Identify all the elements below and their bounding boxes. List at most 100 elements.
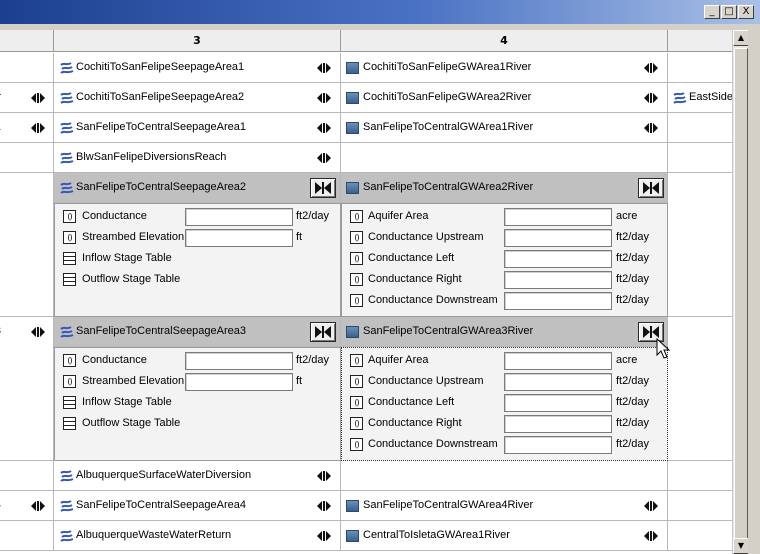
slot-value-field[interactable]	[504, 229, 612, 247]
slot-value-field[interactable]	[504, 250, 612, 268]
column-header-right[interactable]	[668, 30, 732, 52]
object-label[interactable]: SanFelipeToCentralGWArea1River	[363, 121, 533, 133]
grid-cell[interactable]	[668, 113, 732, 143]
slot-value-field[interactable]	[504, 352, 612, 370]
slot-value-field[interactable]	[185, 229, 293, 247]
grid-cell[interactable]	[668, 143, 732, 173]
object-label[interactable]: CochitiToSanFelipeGWArea1River	[363, 61, 531, 73]
grid-cell-label: est4	[0, 499, 1, 511]
expand-arrows-icon[interactable]	[316, 470, 332, 482]
slot-label[interactable]: Conductance Right	[368, 417, 462, 429]
slot-value-field[interactable]	[504, 394, 612, 412]
slot-label[interactable]: Aquifer Area	[368, 210, 429, 222]
column-header-4[interactable]: 4	[341, 30, 668, 52]
object-title[interactable]: SanFelipeToCentralGWArea2River	[363, 181, 533, 193]
expand-arrows-icon[interactable]	[316, 530, 332, 542]
seepage-icon	[673, 92, 687, 104]
slot-unit: acre	[616, 210, 638, 222]
close-button[interactable]: X	[738, 5, 754, 19]
table-slot-label[interactable]: Outflow Stage Table	[82, 273, 180, 285]
expand-arrows-icon[interactable]	[643, 122, 659, 134]
grid-cell[interactable]	[668, 521, 732, 551]
grid-cell[interactable]	[341, 143, 668, 173]
slot-label[interactable]: Conductance	[82, 210, 147, 222]
expand-arrows-icon[interactable]	[643, 500, 659, 512]
slot-value-field[interactable]	[504, 436, 612, 454]
table-slot-label[interactable]: Inflow Stage Table	[82, 252, 172, 264]
expand-arrows-icon[interactable]	[30, 326, 46, 338]
object-label[interactable]: SanFelipeToCentralGWArea4River	[363, 499, 533, 511]
vertical-scrollbar[interactable]: ▲ ▼	[732, 30, 749, 554]
slot-icon: ()	[350, 294, 363, 307]
collapse-button[interactable]	[310, 178, 336, 198]
expand-arrows-icon[interactable]	[30, 92, 46, 104]
expand-arrows-icon[interactable]	[316, 152, 332, 164]
object-title[interactable]: SanFelipeToCentralSeepageArea2	[76, 181, 246, 193]
object-label[interactable]: CochitiToSanFelipeSeepageArea2	[76, 91, 244, 103]
slot-label[interactable]: Conductance Right	[368, 273, 462, 285]
object-label[interactable]: CochitiToSanFelipeGWArea2River	[363, 91, 531, 103]
column-header-3[interactable]: 3	[54, 30, 341, 52]
grid-cell[interactable]	[0, 317, 54, 461]
slot-value-field[interactable]	[504, 271, 612, 289]
slot-label[interactable]: Conductance Downstream	[368, 294, 498, 306]
scroll-down-button[interactable]: ▼	[733, 538, 749, 554]
expand-arrows-icon[interactable]	[316, 62, 332, 74]
slot-label[interactable]: Conductance Upstream	[368, 375, 484, 387]
slot-value-field[interactable]	[185, 373, 293, 391]
grid-cell[interactable]	[0, 521, 54, 551]
object-label[interactable]: AlbuquerqueSurfaceWaterDiversion	[76, 469, 251, 481]
maximize-button[interactable]: □	[721, 5, 737, 19]
slot-label[interactable]: Conductance Left	[368, 252, 454, 264]
slot-label[interactable]: Conductance Upstream	[368, 231, 484, 243]
slot-value-field[interactable]	[185, 352, 293, 370]
expand-arrows-icon[interactable]	[316, 500, 332, 512]
slot-label[interactable]: Conductance	[82, 354, 147, 366]
object-label[interactable]: SanFelipeToCentralSeepageArea4	[76, 499, 246, 511]
table-slot-label[interactable]: Inflow Stage Table	[82, 396, 172, 408]
object-label[interactable]: SanFelipeToCentralSeepageArea1	[76, 121, 246, 133]
object-label[interactable]: EastSide:	[689, 91, 732, 103]
table-slot-label[interactable]: Outflow Stage Table	[82, 417, 180, 429]
slot-value-field[interactable]	[504, 415, 612, 433]
slot-value-field[interactable]	[504, 292, 612, 310]
slot-value-field[interactable]	[185, 208, 293, 226]
object-label[interactable]: AlbuquerqueWasteWaterReturn	[76, 529, 231, 541]
grid-cell[interactable]	[668, 317, 732, 461]
scroll-up-button[interactable]: ▲	[733, 30, 749, 46]
expand-arrows-icon[interactable]	[316, 92, 332, 104]
grid-cell[interactable]	[0, 53, 54, 83]
grid-cell[interactable]	[341, 461, 668, 491]
slot-label[interactable]: Aquifer Area	[368, 354, 429, 366]
minimize-button[interactable]: _	[704, 5, 720, 19]
grid-cell[interactable]	[0, 173, 54, 317]
slot-label[interactable]: Conductance Downstream	[368, 438, 498, 450]
object-title[interactable]: SanFelipeToCentralSeepageArea3	[76, 325, 246, 337]
grid-cell[interactable]	[0, 461, 54, 491]
slot-label[interactable]: Streambed Elevation	[82, 375, 184, 387]
object-label[interactable]: CochitiToSanFelipeSeepageArea1	[76, 61, 244, 73]
scroll-thumb[interactable]	[734, 48, 748, 544]
groundwater-icon	[346, 122, 359, 134]
grid-cell[interactable]	[0, 143, 54, 173]
slot-value-field[interactable]	[504, 373, 612, 391]
grid-cell[interactable]	[668, 491, 732, 521]
expand-arrows-icon[interactable]	[643, 530, 659, 542]
grid-cell[interactable]	[668, 461, 732, 491]
expand-arrows-icon[interactable]	[643, 62, 659, 74]
object-label[interactable]: CentralToIsletaGWArea1River	[363, 529, 510, 541]
collapse-button[interactable]	[638, 178, 664, 198]
slot-value-field[interactable]	[504, 208, 612, 226]
expand-arrows-icon[interactable]	[30, 122, 46, 134]
collapse-button[interactable]	[310, 322, 336, 342]
object-title[interactable]: SanFelipeToCentralGWArea3River	[363, 325, 533, 337]
object-label[interactable]: BlwSanFelipeDiversionsReach	[76, 151, 226, 163]
expand-arrows-icon[interactable]	[316, 122, 332, 134]
slot-label[interactable]: Streambed Elevation	[82, 231, 184, 243]
column-header-left[interactable]	[0, 30, 54, 52]
grid-cell[interactable]	[668, 173, 732, 317]
slot-label[interactable]: Conductance Left	[368, 396, 454, 408]
expand-arrows-icon[interactable]	[30, 500, 46, 512]
expand-arrows-icon[interactable]	[643, 92, 659, 104]
grid-cell[interactable]	[668, 53, 732, 83]
